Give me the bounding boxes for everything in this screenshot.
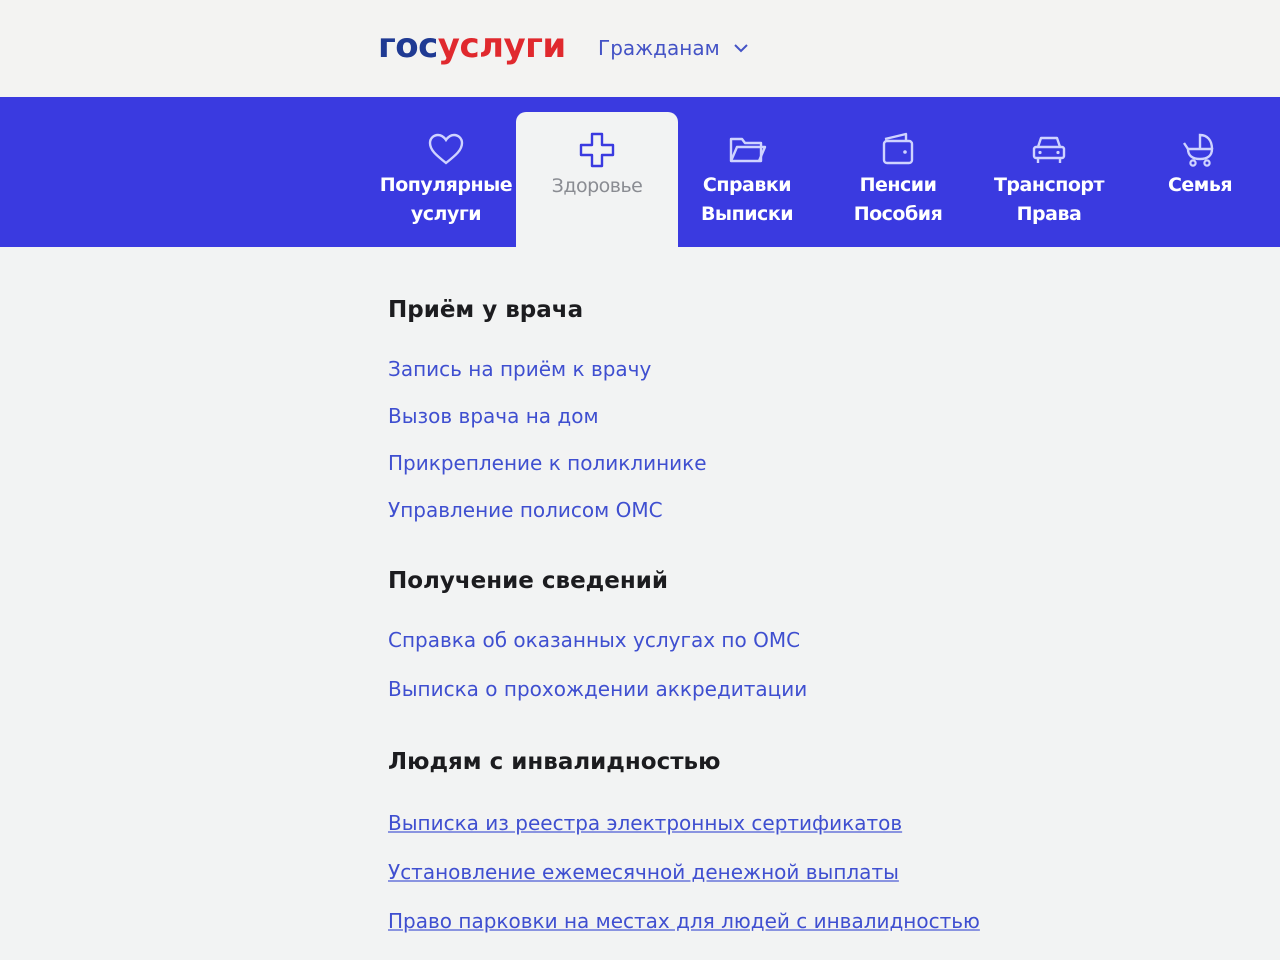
link-book-doctor[interactable]: Запись на приём к врачу xyxy=(388,357,1208,381)
nav-tab-pensions[interactable]: Пенсии Пособия xyxy=(823,97,973,247)
nav-tab-label: Семья xyxy=(1167,174,1233,196)
nav-tab-label: Здоровье xyxy=(551,175,643,197)
audience-selector[interactable]: Гражданам xyxy=(598,36,748,60)
folder-icon xyxy=(729,137,767,163)
category-nav: Популярные услуги Здоровье Справки Выпис… xyxy=(0,97,1280,247)
logo-part-uslugi: услуги xyxy=(437,26,566,66)
nav-tab-transport[interactable]: Транспорт Права xyxy=(974,97,1124,247)
nav-tab-label: Популярные услуги xyxy=(379,174,513,225)
nav-tab-health[interactable]: Здоровье xyxy=(516,112,678,247)
link-oms-policy[interactable]: Управление полисом ОМС xyxy=(388,498,1208,522)
chevron-down-icon xyxy=(733,43,748,52)
nav-tab-label: Справки Выписки xyxy=(700,174,794,225)
nav-tab-label: Транспорт Права xyxy=(993,174,1105,225)
car-icon xyxy=(1032,136,1066,163)
health-services-content: Приём у врача Запись на приём к врачу Вы… xyxy=(388,280,1208,933)
top-bar: госуслуги Гражданам xyxy=(0,0,1280,96)
wallet-icon xyxy=(882,132,914,165)
section-title-information: Получение сведений xyxy=(388,568,668,594)
medical-cross-icon xyxy=(579,132,615,168)
link-electronic-certificates-registry[interactable]: Выписка из реестра электронных сертифика… xyxy=(388,811,1208,835)
nav-tab-family[interactable]: Семья xyxy=(1125,97,1275,247)
link-clinic-attachment[interactable]: Прикрепление к поликлинике xyxy=(388,451,1208,475)
nav-tab-popular[interactable]: Популярные услуги xyxy=(371,97,521,247)
link-disability-parking[interactable]: Право парковки на местах для людей с инв… xyxy=(388,909,1208,933)
link-accreditation-extract[interactable]: Выписка о прохождении аккредитации xyxy=(388,677,1208,701)
stroller-icon xyxy=(1183,133,1214,167)
nav-tab-certificates[interactable]: Справки Выписки xyxy=(672,97,822,247)
link-oms-services-certificate[interactable]: Справка об оказанных услугах по ОМС xyxy=(388,628,1208,652)
link-monthly-payment[interactable]: Установление ежемесячной денежной выплат… xyxy=(388,860,1208,884)
link-doctor-home-visit[interactable]: Вызов врача на дом xyxy=(388,404,1208,428)
gosuslugi-logo[interactable]: госуслуги xyxy=(378,26,566,66)
nav-tab-label: Пенсии Пособия xyxy=(853,174,943,225)
section-title-doctor-appointment: Приём у врача xyxy=(388,297,584,323)
section-title-disability: Людям с инвалидностью xyxy=(388,749,721,775)
audience-label: Гражданам xyxy=(598,36,720,60)
heart-icon xyxy=(428,133,464,165)
logo-part-gos: гос xyxy=(378,26,438,66)
